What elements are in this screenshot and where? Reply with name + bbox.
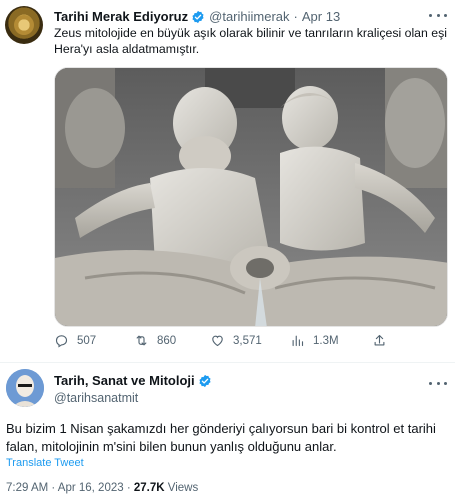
- like-button[interactable]: 3,571: [210, 333, 262, 348]
- tweet-header: Tarihi Merak Ediyoruz @tarihiimerak · Ap…: [54, 9, 340, 25]
- author-handle[interactable]: @tarihsanatmit: [54, 391, 138, 405]
- verified-badge-icon: [192, 10, 204, 24]
- tweet-text: Zeus mitolojide en büyük aşık olarak bil…: [54, 26, 447, 56]
- coin-icon: [14, 15, 34, 35]
- tweet-date[interactable]: Apr 13: [302, 9, 340, 25]
- tweet-meta: 7:29 AM · Apr 16, 2023 · 27.7K Views: [6, 482, 198, 494]
- verified-badge-icon: [199, 374, 211, 387]
- avatar[interactable]: [5, 6, 43, 44]
- more-options-icon[interactable]: [429, 378, 447, 388]
- tweet-text: Bu bizim 1 Nisan şakamızdı her gönderiyi…: [6, 421, 436, 454]
- like-count: 3,571: [233, 334, 262, 347]
- divider: [0, 362, 455, 363]
- reply-button[interactable]: 507: [54, 333, 96, 348]
- author-name[interactable]: Tarih, Sanat ve Mitoloji: [54, 373, 195, 388]
- reply-count: 507: [77, 334, 97, 347]
- retweet-button[interactable]: 860: [134, 333, 176, 348]
- retweet-count: 860: [157, 334, 177, 347]
- heart-icon: [212, 335, 223, 347]
- author-name[interactable]: Tarihi Merak Ediyoruz: [54, 9, 188, 25]
- avatar[interactable]: [6, 369, 44, 407]
- tweet-timestamp[interactable]: 7:29 AM · Apr 16, 2023 ·: [6, 482, 131, 494]
- tweet-image[interactable]: [54, 67, 448, 327]
- reply-icon: [55, 335, 68, 348]
- analytics-icon: [292, 335, 304, 347]
- author-row: Tarih, Sanat ve Mitoloji: [54, 373, 216, 388]
- tweet-actions: 507 860 3,571 1.3M: [54, 333, 444, 353]
- retweet-icon: [136, 335, 147, 346]
- more-options-icon[interactable]: [429, 10, 447, 20]
- translate-link[interactable]: Translate Tweet: [6, 457, 84, 469]
- views-button[interactable]: 1.3M: [290, 333, 339, 348]
- bust-icon: [6, 369, 44, 407]
- quoted-tweet[interactable]: Tarihi Merak Ediyoruz @tarihiimerak · Ap…: [0, 0, 455, 362]
- statue-photo-icon: [55, 68, 447, 326]
- share-icon: [374, 334, 385, 346]
- separator-dot: ·: [293, 9, 298, 24]
- share-button[interactable]: [372, 333, 387, 348]
- views-label: Views: [167, 482, 199, 494]
- views-count: 27.7K: [133, 482, 165, 494]
- author-handle[interactable]: @tarihiimerak: [209, 9, 289, 25]
- views-count: 1.3M: [313, 334, 339, 347]
